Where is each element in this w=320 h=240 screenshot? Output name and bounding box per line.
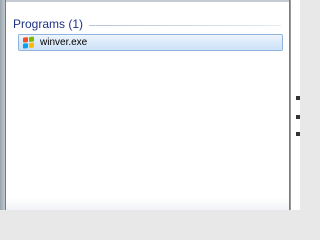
screen: Programs (1) winver.exe: [0, 0, 300, 210]
background-window-mark: [296, 132, 300, 136]
search-result-winver[interactable]: winver.exe: [18, 34, 283, 51]
windows-logo-icon: [23, 35, 35, 49]
background-window-edge: [290, 0, 300, 210]
panel-top-edge: [6, 0, 289, 2]
background-window-mark: [296, 115, 300, 119]
search-results-panel: Programs (1) winver.exe: [5, 0, 290, 210]
panel-bottom: [6, 198, 289, 210]
background-window-mark: [296, 96, 300, 100]
programs-group-title[interactable]: Programs (1): [13, 17, 89, 31]
group-divider: [89, 24, 281, 26]
search-result-label: winver.exe: [40, 37, 88, 48]
programs-group-header[interactable]: Programs (1): [13, 16, 281, 32]
